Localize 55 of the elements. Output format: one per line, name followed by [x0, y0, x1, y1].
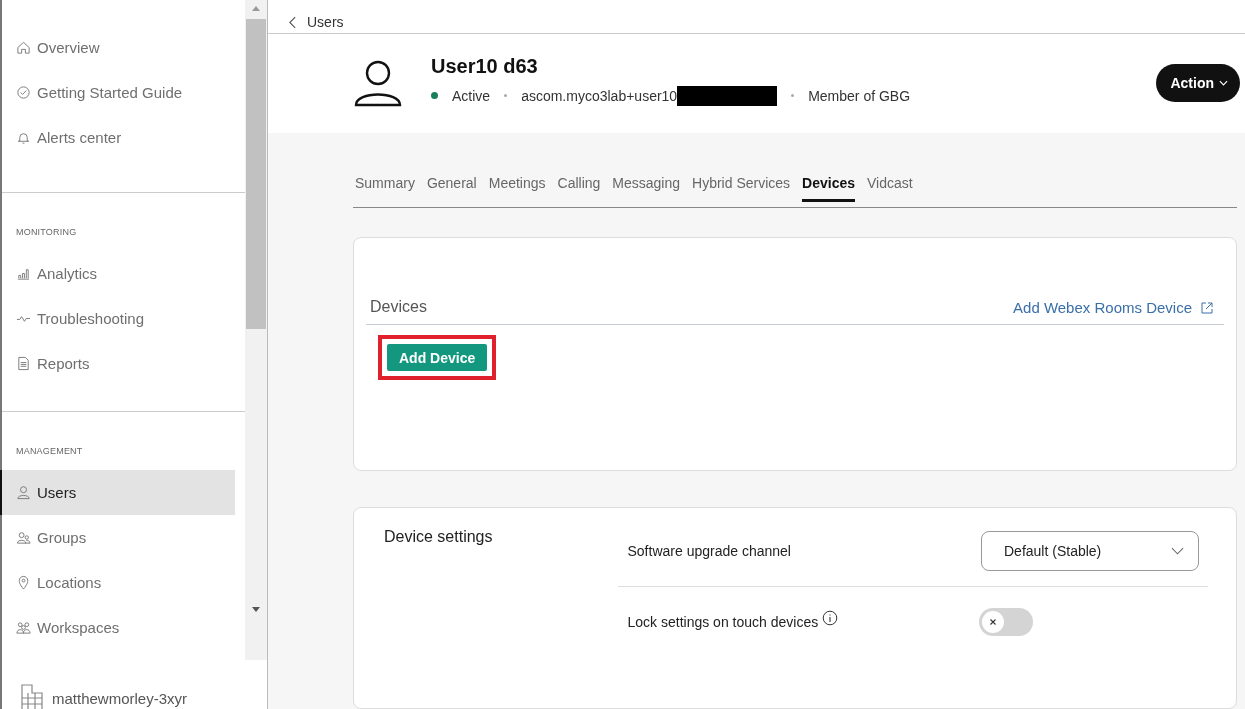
people-icon: [16, 620, 31, 635]
back-link[interactable]: Users: [288, 14, 344, 30]
tab[interactable]: Vidcast: [867, 169, 913, 202]
nav-item[interactable]: Groups: [0, 515, 236, 560]
user-avatar-icon: [353, 58, 403, 109]
tab[interactable]: Summary: [355, 169, 415, 202]
building-icon: [20, 683, 44, 709]
caret-icon: [1219, 80, 1228, 87]
document-icon: [16, 356, 31, 371]
nav-item[interactable]: Reports: [0, 341, 236, 386]
check-circle-icon: [16, 85, 31, 100]
separator-dot: [504, 94, 508, 98]
user-status: Active: [452, 87, 491, 104]
tab[interactable]: Hybrid Services: [692, 169, 791, 202]
nav-item[interactable]: Analytics: [0, 251, 236, 296]
nav-item[interactable]: Troubleshooting: [0, 296, 236, 341]
user-membership: Member of GBG: [808, 87, 911, 104]
card-title: Devices: [370, 298, 427, 316]
info-icon[interactable]: [822, 610, 839, 626]
back-chevron-icon: [288, 14, 297, 30]
action-button[interactable]: Action: [1156, 64, 1240, 103]
scrollbar[interactable]: [245, 0, 267, 660]
group-icon: [16, 530, 31, 545]
bar-chart-icon: [16, 266, 31, 281]
user-email: ascom.myco3lab+user10: [521, 87, 678, 104]
organization-item[interactable]: matthewmorley-3xyr: [2, 675, 246, 709]
tab[interactable]: Messaging: [612, 169, 681, 202]
nav-item[interactable]: Users: [0, 470, 236, 515]
external-link-icon: [1200, 300, 1214, 315]
user-icon: [16, 485, 31, 500]
location-pin-icon: [16, 575, 31, 590]
nav-item[interactable]: Getting Started Guide: [0, 70, 236, 115]
setting-label: Software upgrade channel: [627, 543, 791, 559]
tab[interactable]: Meetings: [488, 169, 546, 202]
add-device-button[interactable]: Add Device: [387, 344, 488, 371]
nav-item[interactable]: Locations: [0, 560, 236, 605]
setting-label: Lock settings on touch devices: [627, 614, 819, 630]
tab[interactable]: Devices: [802, 169, 855, 202]
tab[interactable]: Calling: [557, 169, 601, 202]
toggle-switch[interactable]: [979, 608, 1033, 636]
add-webex-rooms-device-link[interactable]: Add Webex Rooms Device: [1013, 299, 1214, 316]
upgrade-channel-dropdown[interactable]: Default (Stable): [981, 531, 1199, 571]
section-heading: MONITORING: [15, 226, 78, 239]
x-icon: [988, 617, 998, 627]
tab[interactable]: General: [426, 169, 477, 202]
chevron-down-icon: [1171, 547, 1184, 555]
nav-item[interactable]: Workspaces: [0, 605, 236, 650]
section-heading: MANAGEMENT: [15, 445, 84, 458]
card-title: Device settings: [384, 527, 493, 547]
nav-item[interactable]: Overview: [0, 25, 236, 70]
bell-icon: [16, 130, 31, 145]
home-icon: [16, 40, 31, 55]
separator-dot: [791, 94, 795, 98]
user-name: User10 d63: [431, 54, 539, 78]
nav-item[interactable]: Alerts center: [0, 115, 236, 160]
